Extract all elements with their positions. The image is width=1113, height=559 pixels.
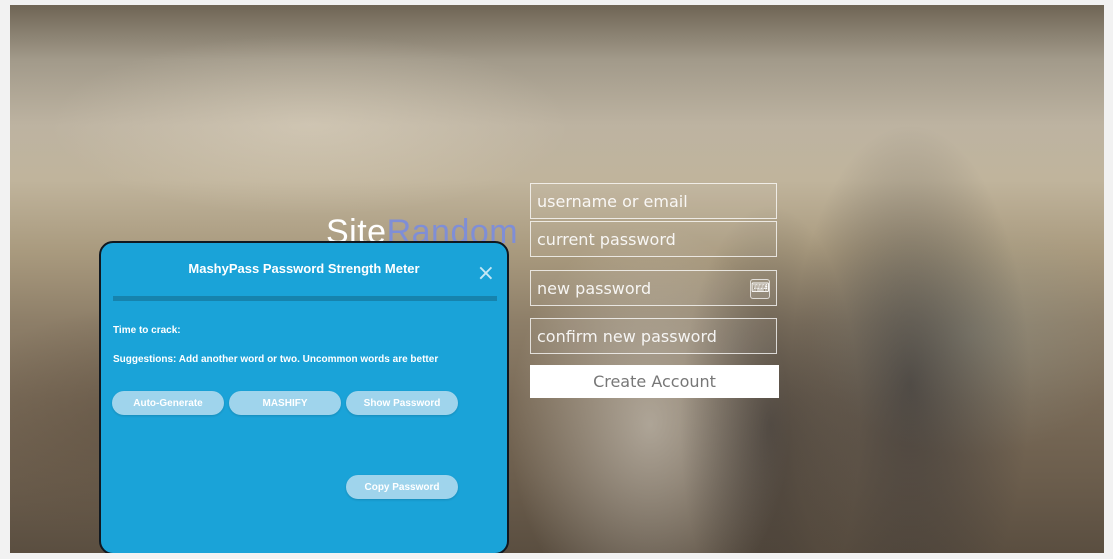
keyboard-icon[interactable]: ⌨: [750, 279, 770, 299]
confirm-password-input[interactable]: [531, 319, 776, 353]
strength-bar: [113, 296, 497, 301]
current-password-field-wrapper: [530, 221, 777, 257]
create-account-button[interactable]: Create Account: [530, 365, 779, 398]
close-icon[interactable]: ×: [477, 263, 495, 285]
username-field-wrapper: [530, 183, 777, 219]
suggestions-text: Suggestions: Add another word or two. Un…: [113, 354, 439, 365]
new-password-input[interactable]: [531, 271, 776, 305]
auto-generate-button[interactable]: Auto-Generate: [112, 391, 224, 415]
password-strength-meter-panel: MashyPass Password Strength Meter × Time…: [99, 241, 509, 553]
mashify-button[interactable]: MASHIFY: [229, 391, 341, 415]
username-input[interactable]: [531, 184, 776, 218]
confirm-password-field-wrapper: [530, 318, 777, 354]
new-password-field-wrapper: ⌨: [530, 270, 777, 306]
time-to-crack-label: Time to crack:: [113, 325, 181, 336]
meter-title: MashyPass Password Strength Meter: [188, 261, 420, 276]
show-password-button[interactable]: Show Password: [346, 391, 458, 415]
current-password-input[interactable]: [531, 222, 776, 256]
copy-password-button[interactable]: Copy Password: [346, 475, 458, 499]
background-cityscape: SiteRandom ⌨ Create Account MashyPass Pa…: [10, 5, 1104, 553]
